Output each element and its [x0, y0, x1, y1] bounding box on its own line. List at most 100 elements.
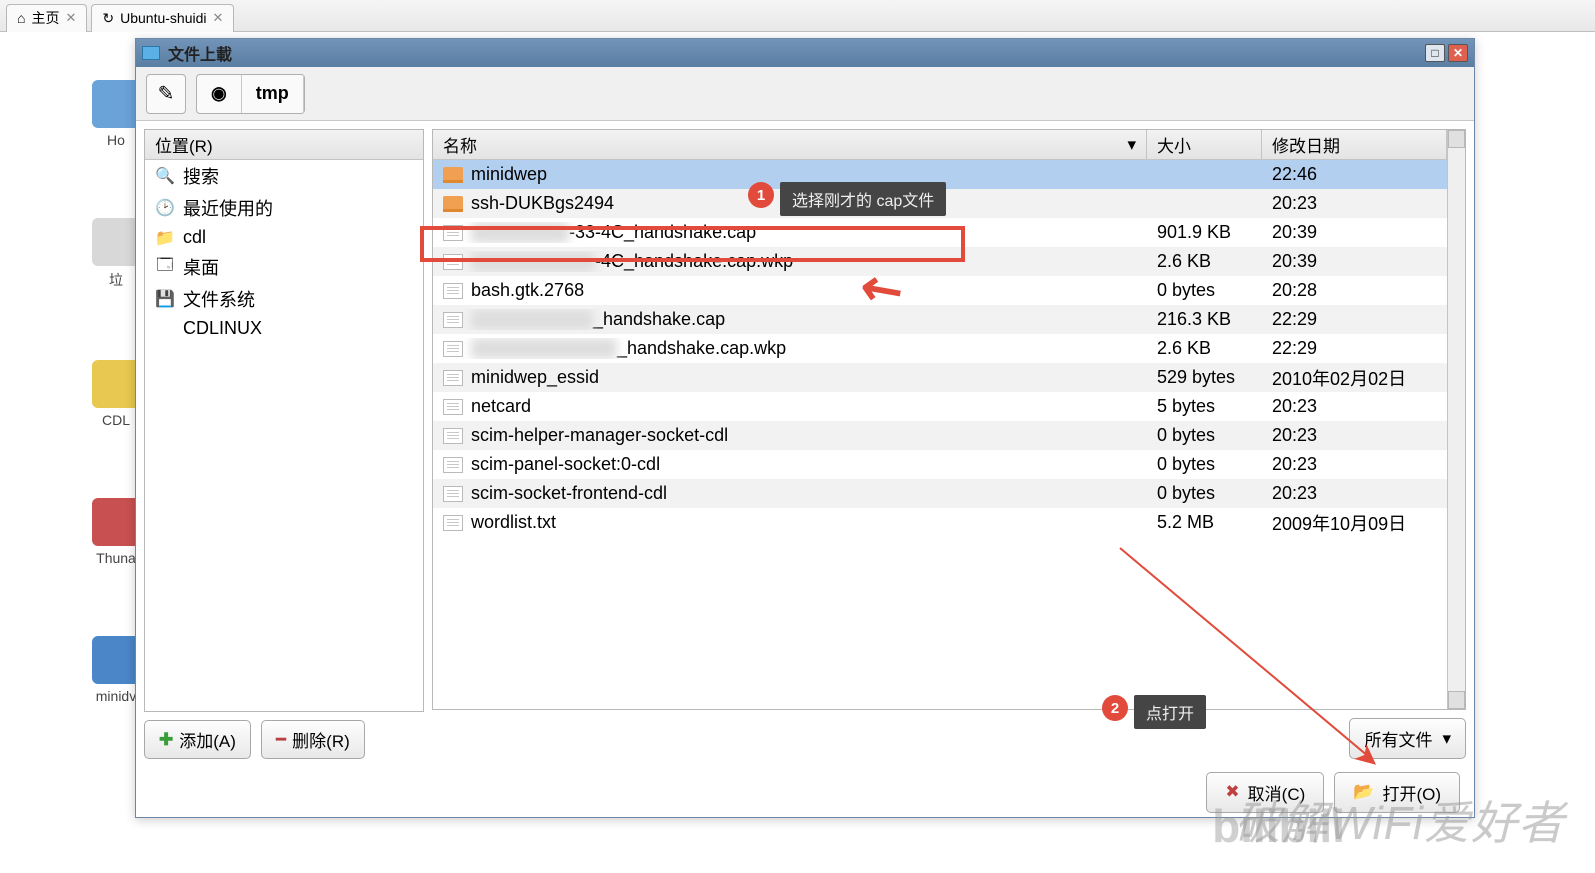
file-date: 20:23	[1262, 483, 1447, 504]
annotation-callout-2: 点打开	[1134, 695, 1206, 729]
path-segment[interactable]: tmp	[242, 75, 304, 113]
file-date: 22:29	[1262, 309, 1447, 330]
folder-icon	[443, 196, 463, 212]
desktop-icon[interactable]: Ho	[92, 80, 140, 148]
file-name: xx-xx-xx-xx-xx-xx_handshake.cap.wkp	[471, 338, 786, 359]
place-icon: 🗔	[155, 257, 175, 277]
file-icon	[443, 312, 463, 328]
desktop-icon[interactable]: CDL	[92, 360, 140, 428]
path-root-icon[interactable]: ◉	[197, 75, 242, 113]
places-panel: 位置(R) 🔍 搜索 🕑最近使用的📁cdl 🗔 桌面 💾文件系统 CDLINUX	[144, 129, 424, 712]
minus-icon: ━	[276, 730, 286, 750]
file-name: netcard	[471, 396, 531, 417]
file-icon	[443, 457, 463, 473]
browser-tab-bar: ⌂ 主页 ✕ ↻ Ubuntu-shuidi ✕	[0, 0, 1595, 32]
column-header-name[interactable]: 名称▾	[433, 130, 1147, 159]
file-size: 2.6 KB	[1147, 251, 1262, 272]
toolbar: ✎ ◉ tmp	[136, 67, 1474, 121]
path-bar[interactable]: ◉ tmp	[196, 74, 305, 114]
places-item[interactable]: 🗔 桌面	[145, 251, 423, 283]
file-name: scim-panel-socket:0-cdl	[471, 454, 660, 475]
annotation-badge-1: 1	[748, 182, 774, 208]
close-icon[interactable]: ✕	[213, 10, 224, 26]
file-icon	[443, 399, 463, 415]
titlebar[interactable]: 文件上載 □ ✕	[136, 39, 1474, 67]
file-name: wordlist.txt	[471, 512, 556, 533]
file-date: 2009年10月09日	[1262, 510, 1447, 536]
maximize-button[interactable]: □	[1425, 44, 1445, 62]
file-size: 2.6 KB	[1147, 338, 1262, 359]
file-icon	[443, 428, 463, 444]
edit-button[interactable]: ✎	[146, 74, 186, 114]
file-size: 0 bytes	[1147, 280, 1262, 301]
tab-home[interactable]: ⌂ 主页 ✕	[6, 4, 87, 32]
file-size: 0 bytes	[1147, 454, 1262, 475]
tab-label: Ubuntu-shuidi	[120, 10, 206, 26]
desktop-icon[interactable]: Thuna	[92, 498, 140, 566]
annotation-callout-1: 选择刚才的 cap文件	[780, 182, 946, 216]
place-label: CDLINUX	[183, 318, 262, 339]
file-list-header[interactable]: 名称▾ 大小 修改日期	[433, 130, 1447, 160]
file-date: 20:23	[1262, 396, 1447, 417]
desktop-icon[interactable]: minidv	[92, 636, 140, 704]
file-date: 22:46	[1262, 164, 1447, 185]
remove-button[interactable]: ━删除(R)	[261, 720, 365, 759]
sort-indicator-icon: ▾	[1127, 135, 1136, 155]
file-size: 0 bytes	[1147, 483, 1262, 504]
file-icon	[443, 370, 463, 386]
file-icon	[443, 283, 463, 299]
places-item[interactable]: CDLINUX	[145, 315, 423, 342]
place-label: 桌面	[183, 254, 219, 280]
file-icon	[443, 341, 463, 357]
file-name: scim-helper-manager-socket-cdl	[471, 425, 728, 446]
file-row[interactable]: bash.gtk.27680 bytes20:28	[433, 276, 1447, 305]
file-size: 216.3 KB	[1147, 309, 1262, 330]
places-header[interactable]: 位置(R)	[145, 130, 423, 160]
file-icon	[443, 486, 463, 502]
file-date: 20:23	[1262, 193, 1447, 214]
file-date: 20:28	[1262, 280, 1447, 301]
plus-icon: ✚	[159, 730, 173, 750]
places-item[interactable]: 🕑最近使用的	[145, 192, 423, 224]
file-row[interactable]: scim-socket-frontend-cdl 0 bytes20:23	[433, 479, 1447, 508]
file-row[interactable]: netcard5 bytes20:23	[433, 392, 1447, 421]
file-name: ssh-DUKBgs2494	[471, 193, 614, 214]
file-name: xx-xx-xx-xx-xx_handshake.cap	[471, 309, 725, 330]
place-icon: 📁	[155, 228, 175, 248]
file-row[interactable]: scim-panel-socket:0-cdl 0 bytes20:23	[433, 450, 1447, 479]
place-icon: 🔍	[155, 166, 175, 186]
tab-label: 主页	[31, 8, 59, 28]
home-icon: ⌂	[17, 10, 25, 26]
annotation-badge-2: 2	[1102, 695, 1128, 721]
tab-ubuntu[interactable]: ↻ Ubuntu-shuidi ✕	[91, 4, 234, 32]
file-date: 22:29	[1262, 338, 1447, 359]
file-row[interactable]: wordlist.txt5.2 MB2009年10月09日	[433, 508, 1447, 537]
desktop-icon[interactable]: 垃	[92, 218, 140, 290]
file-size: 529 bytes	[1147, 367, 1262, 388]
place-label: 搜索	[183, 163, 219, 189]
file-row[interactable]: xx-xx-xx-xx-xx_handshake.cap 216.3 KB22:2…	[433, 305, 1447, 334]
file-row[interactable]: xx-xx-xx-xx-xx-xx_handshake.cap.wkp 2.6 K…	[433, 334, 1447, 363]
file-date: 20:23	[1262, 454, 1447, 475]
scrollbar[interactable]	[1447, 130, 1465, 709]
file-row[interactable]: scim-helper-manager-socket-cdl0 bytes20:…	[433, 421, 1447, 450]
places-item[interactable]: 🔍 搜索	[145, 160, 423, 192]
file-name: minidwep_essid	[471, 367, 599, 388]
dialog-title: 文件上載	[168, 41, 232, 65]
close-button[interactable]: ✕	[1448, 44, 1468, 62]
column-header-date[interactable]: 修改日期	[1262, 130, 1447, 159]
close-icon[interactable]: ✕	[65, 10, 76, 26]
places-item[interactable]: 📁cdl	[145, 224, 423, 251]
folder-icon	[142, 46, 160, 60]
file-icon	[443, 515, 463, 531]
file-name: scim-socket-frontend-cdl	[471, 483, 667, 504]
watermark-text: 破解WiFi爱好者	[1234, 787, 1565, 853]
add-button[interactable]: ✚添加(A)	[144, 720, 251, 759]
file-date: 20:23	[1262, 425, 1447, 446]
file-row[interactable]: minidwep_essid529 bytes2010年02月02日	[433, 363, 1447, 392]
column-header-size[interactable]: 大小	[1147, 130, 1262, 159]
place-icon	[155, 319, 175, 339]
places-item[interactable]: 💾文件系统	[145, 283, 423, 315]
file-date: 20:39	[1262, 251, 1447, 272]
place-label: 最近使用的	[183, 195, 273, 221]
